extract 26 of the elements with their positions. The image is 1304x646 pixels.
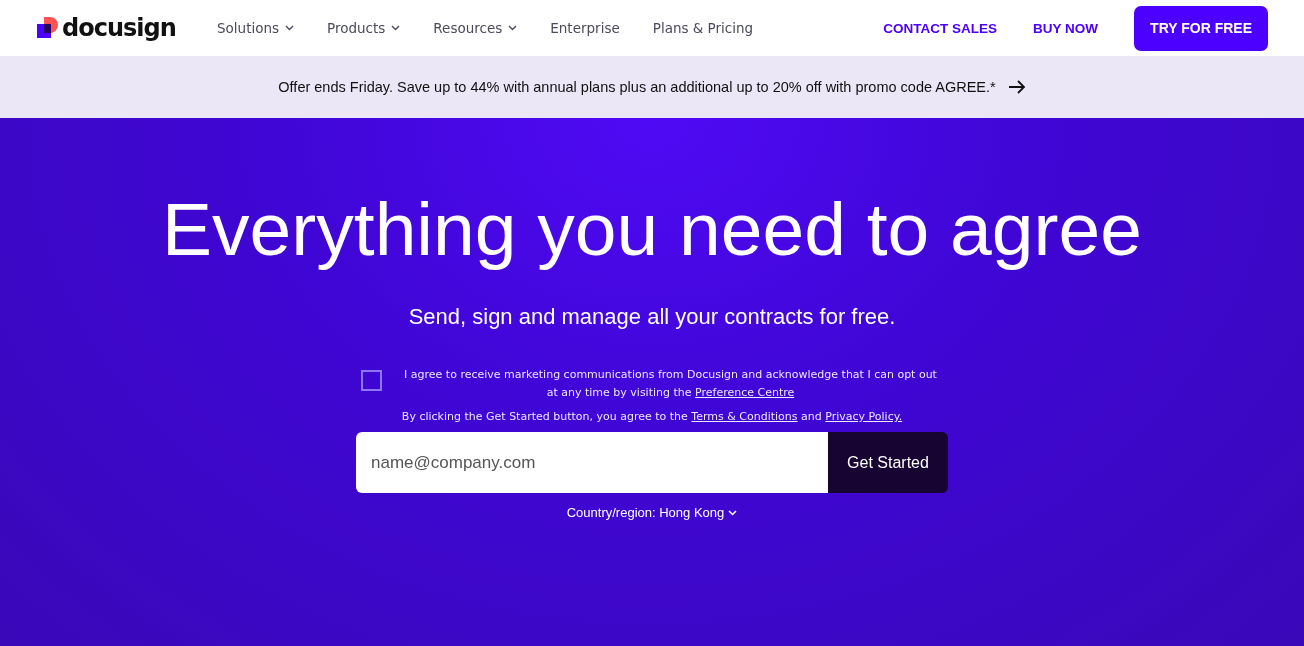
nav-link[interactable]: Solutions — [217, 20, 295, 36]
get-started-button[interactable]: Get Started — [828, 432, 948, 493]
email-field[interactable]: name@company.com — [356, 432, 828, 493]
chevron-down-icon — [391, 25, 401, 31]
arrow-right-icon[interactable] — [1007, 80, 1026, 94]
consent-text: I agree to receive marketing communications from Docusign and acknowledge that I can opt out at any time by visiting the Preference Centre — [403, 367, 938, 401]
consent-checkbox[interactable] — [361, 370, 382, 391]
nav-link[interactable]: Products — [327, 20, 401, 36]
logo-wordmark[interactable]: docusign — [62, 14, 176, 42]
promo-banner-text[interactable]: Offer ends Friday. Save up to 44% with annual plans plus an additional up to 20% off with promo code AGREE.* — [278, 79, 996, 95]
privacy-link[interactable]: Privacy Policy. — [825, 410, 903, 423]
nav-link[interactable]: Resources — [433, 20, 518, 36]
hero-subtitle: Send, sign and manage all your contracts for free. — [408, 304, 896, 330]
preference-centre-link[interactable]: Preference Centre — [695, 386, 795, 399]
chevron-down-icon — [508, 25, 518, 31]
try-free-button[interactable]: TRY FOR FREE — [1134, 5, 1268, 51]
header-link[interactable]: BUY NOW — [1033, 20, 1099, 36]
header-link[interactable]: CONTACT SALES — [883, 20, 998, 36]
chevron-down-icon — [285, 25, 295, 31]
nav-link[interactable]: Plans & Pricing — [652, 20, 754, 36]
logo-icon — [37, 17, 59, 39]
nav-link[interactable]: Enterprise — [550, 20, 620, 36]
region-selector[interactable]: Country/region: Hong Kong — [566, 505, 738, 520]
terms-text: By clicking the Get Started button, you agree to the Terms & Conditions and Privacy Policy. — [401, 410, 903, 423]
terms-link[interactable]: Terms & Conditions — [691, 410, 798, 423]
chevron-down-icon — [728, 509, 738, 516]
